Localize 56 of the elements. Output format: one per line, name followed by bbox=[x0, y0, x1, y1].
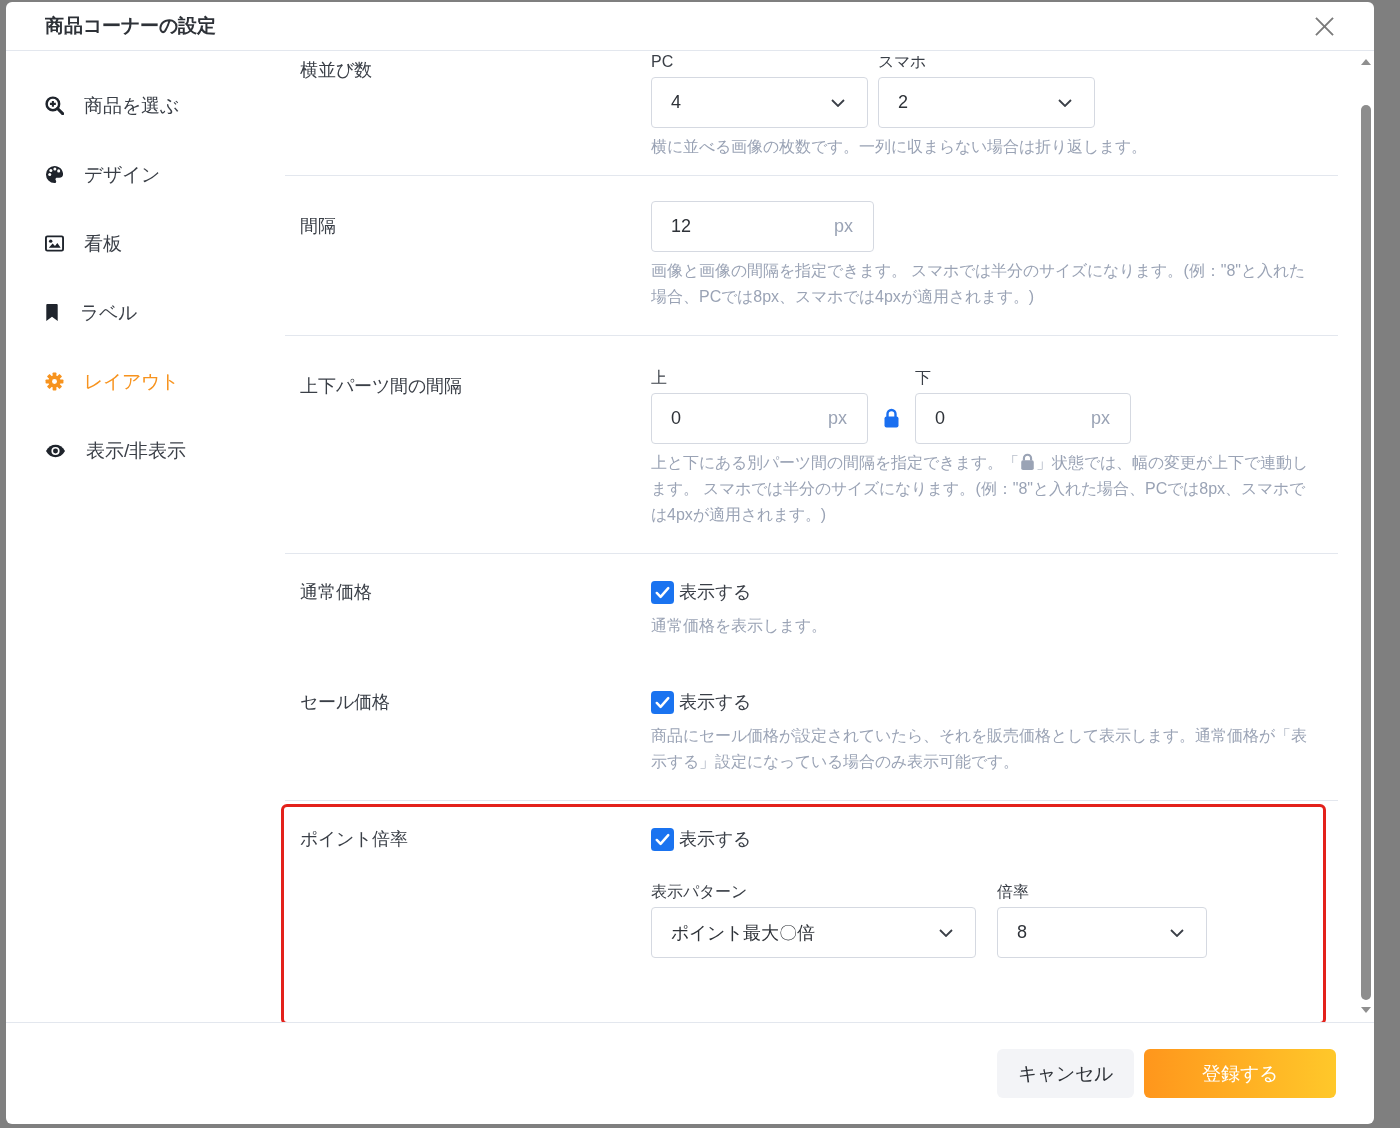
scrollbar-thumb[interactable] bbox=[1361, 105, 1371, 1000]
help-text: 商品にセール価格が設定されていたら、それを販売価格として表示します。通常価格が「表示する」設定になっている場合のみ表示可能です。 bbox=[651, 726, 1308, 772]
checkbox[interactable] bbox=[651, 580, 674, 604]
help-text: 上と下にある別パーツ間の間隔を指定できます。「 」状態では、幅の変更が上下で連動します。 スマホでは半分のサイズになります。(例："8"と入れた場合、PCでは8px、スマホでは4pxが適用されます。) bbox=[651, 452, 1309, 525]
checkbox[interactable] bbox=[651, 827, 674, 851]
bookmark-icon bbox=[45, 303, 59, 322]
select-field[interactable]: 8 bbox=[997, 907, 1207, 958]
chevron-down-icon bbox=[831, 98, 845, 107]
checkbox-label[interactable]: 表示する bbox=[679, 579, 751, 605]
chevron-down-icon bbox=[1058, 98, 1072, 107]
checkbox-label[interactable]: 表示する bbox=[679, 826, 751, 852]
input-field[interactable]: 12 px bbox=[651, 201, 874, 252]
field-label: PC bbox=[651, 52, 675, 72]
setting-label: ポイント倍率 bbox=[300, 828, 409, 851]
lock-icon bbox=[1020, 453, 1035, 470]
image-icon bbox=[45, 234, 64, 253]
setting-label: 横並び数 bbox=[300, 59, 373, 82]
help-text: 通常価格を表示します。 bbox=[651, 616, 828, 636]
setting-label: 間隔 bbox=[300, 215, 337, 238]
checkbox-label[interactable]: 表示する bbox=[679, 689, 751, 715]
select-field[interactable]: 4 bbox=[651, 77, 868, 128]
input-field[interactable]: 0 px bbox=[651, 393, 868, 444]
field-label: 表示パターン bbox=[651, 882, 748, 902]
sidebar-item[interactable]: 表示/非表示 bbox=[6, 416, 279, 485]
help-text: 画像と画像の間隔を指定できます。 スマホでは半分のサイズになります。(例："8"と入れた場合、PCでは8px、スマホでは4pxが適用されます。) bbox=[651, 261, 1307, 307]
chevron-down-icon bbox=[1170, 928, 1184, 937]
unit-label: px bbox=[1091, 408, 1110, 429]
unit-label: px bbox=[834, 216, 853, 237]
zoom-in-icon bbox=[45, 96, 64, 115]
sidebar-item[interactable]: ラベル bbox=[6, 278, 279, 347]
field-label: 倍率 bbox=[997, 882, 1030, 902]
input-field[interactable]: 0 px bbox=[915, 393, 1131, 444]
sidebar-item[interactable]: 商品を選ぶ bbox=[6, 71, 279, 140]
field-label: スマホ bbox=[878, 52, 927, 72]
lock-icon[interactable] bbox=[883, 408, 900, 428]
unit-label: px bbox=[828, 408, 847, 429]
eye-icon bbox=[45, 443, 66, 458]
close-icon bbox=[1315, 16, 1334, 36]
field-label: 上 bbox=[651, 368, 668, 388]
scroll-up-icon[interactable] bbox=[1361, 59, 1371, 65]
field-label: 下 bbox=[915, 368, 932, 388]
gear-icon bbox=[45, 372, 64, 391]
cancel-button[interactable]: キャンセル bbox=[997, 1049, 1134, 1098]
palette-icon bbox=[45, 165, 64, 184]
sidebar-item[interactable]: デザイン bbox=[6, 140, 279, 209]
scroll-down-icon[interactable] bbox=[1361, 1007, 1371, 1013]
setting-label: 上下パーツ間の間隔 bbox=[300, 375, 463, 398]
checkbox[interactable] bbox=[651, 690, 674, 714]
sidebar-item[interactable]: 看板 bbox=[6, 209, 279, 278]
select-field[interactable]: 2 bbox=[878, 77, 1095, 128]
select-field[interactable]: ポイント最大〇倍 bbox=[651, 907, 976, 958]
dialog-title: 商品コーナーの設定 bbox=[45, 14, 216, 38]
chevron-down-icon bbox=[939, 928, 953, 937]
setting-label: セール価格 bbox=[300, 691, 391, 714]
help-text: 横に並べる画像の枚数です。一列に収まらない場合は折り返します。 bbox=[651, 137, 1148, 157]
setting-label: 通常価格 bbox=[300, 581, 373, 604]
